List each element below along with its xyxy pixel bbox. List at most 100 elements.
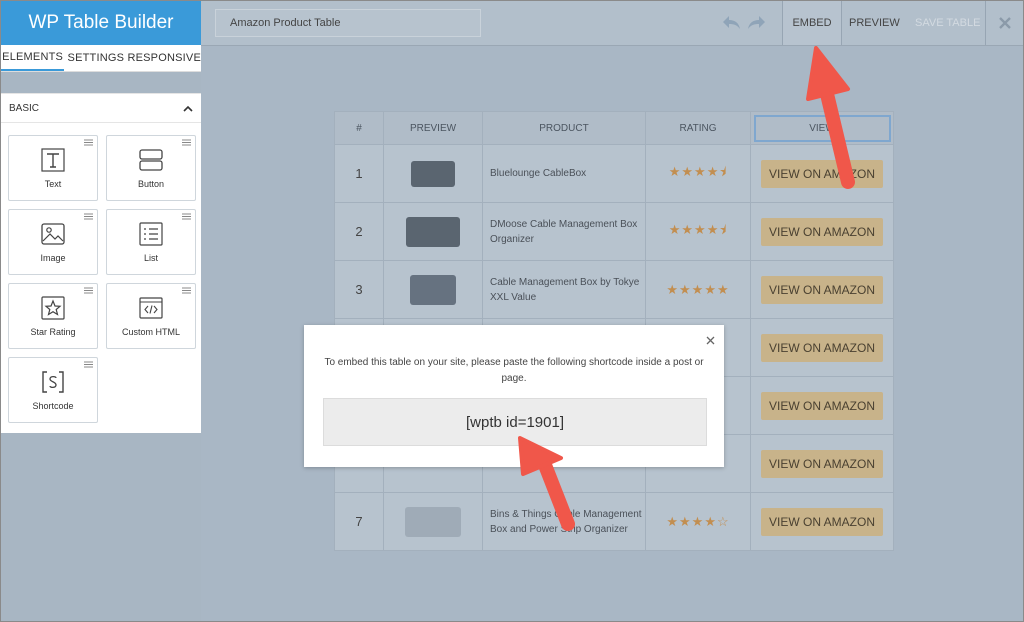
product-image — [383, 144, 483, 203]
embed-instructions: To embed this table on your site, please… — [324, 357, 704, 384]
star-rating: ★★★★⯨ — [668, 163, 728, 179]
shortcode-icon — [42, 371, 64, 393]
view-on-amazon-button[interactable]: VIEW ON AMAZON — [761, 507, 883, 536]
view-on-amazon-button[interactable]: VIEW ON AMAZON — [761, 217, 883, 246]
product-thumbnail — [410, 274, 456, 305]
view-cell: VIEW ON AMAZON — [750, 202, 894, 261]
embed-modal: To embed this table on your site, please… — [304, 325, 724, 467]
drag-handle-icon — [84, 361, 93, 368]
table-row: 7 Bins & Things Cable Management Box and… — [334, 492, 894, 551]
code-icon — [139, 297, 163, 319]
table-row: 3 Cable Management Box by Tokye XXL Valu… — [334, 260, 894, 319]
element-list[interactable]: List — [106, 209, 196, 275]
drag-handle-icon — [182, 139, 191, 146]
table-title-input[interactable]: Amazon Product Table — [215, 9, 481, 37]
close-editor-button[interactable] — [985, 1, 1023, 45]
product-image — [383, 202, 483, 261]
button-icon — [139, 149, 163, 171]
header-preview: PREVIEW — [383, 111, 483, 145]
header-product: PRODUCT — [482, 111, 646, 145]
close-icon — [706, 336, 715, 345]
tab-responsive[interactable]: RESPONSIVE — [127, 45, 201, 71]
product-name: Bins & Things Cable Management Box and P… — [482, 492, 646, 551]
list-icon — [139, 222, 163, 246]
header-num: # — [334, 111, 384, 145]
chevron-up-icon — [183, 105, 193, 112]
element-label: Text — [44, 179, 62, 189]
element-label: Shortcode — [32, 401, 74, 411]
row-number: 7 — [334, 492, 384, 551]
view-on-amazon-button[interactable]: VIEW ON AMAZON — [761, 391, 883, 420]
product-thumbnail — [406, 216, 460, 247]
product-thumbnail — [405, 506, 461, 537]
product-image — [383, 260, 483, 319]
sidebar-tabs: ELEMENTS SETTINGS RESPONSIVE — [1, 45, 201, 72]
tab-settings[interactable]: SETTINGS — [64, 45, 127, 71]
view-cell: VIEW ON AMAZON — [750, 144, 894, 203]
top-toolbar: Amazon Product Table EMBED PREVIEW SAVE … — [201, 1, 1023, 46]
image-icon — [41, 223, 65, 245]
drag-handle-icon — [84, 287, 93, 294]
element-label: List — [143, 253, 158, 263]
drag-handle-icon — [84, 139, 93, 146]
shortcode-field[interactable]: [wptb id=1901] — [323, 398, 707, 446]
row-number: 2 — [334, 202, 384, 261]
undo-icon[interactable] — [721, 13, 741, 31]
view-cell: VIEW ON AMAZON — [750, 260, 894, 319]
element-label: Custom HTML — [121, 327, 180, 337]
view-on-amazon-button[interactable]: VIEW ON AMAZON — [761, 333, 883, 362]
view-cell: VIEW ON AMAZON — [750, 376, 894, 435]
view-on-amazon-button[interactable]: VIEW ON AMAZON — [761, 275, 883, 304]
text-icon — [41, 148, 65, 172]
app-title: WP Table Builder — [1, 1, 201, 45]
star-rating: ★★★★☆ — [666, 513, 730, 529]
sidebar: WP Table Builder ELEMENTS SETTINGS RESPO… — [1, 1, 201, 621]
embed-button[interactable]: EMBED — [782, 1, 842, 45]
product-name: Bluelounge CableBox — [482, 144, 646, 203]
app-frame: WP Table Builder ELEMENTS SETTINGS RESPO… — [0, 0, 1024, 622]
rating-cell: ★★★★★ — [645, 260, 751, 319]
basic-section-header[interactable]: BASIC — [1, 93, 201, 123]
rating-cell: ★★★★⯨ — [645, 144, 751, 203]
rating-cell: ★★★★☆ — [645, 492, 751, 551]
tab-elements[interactable]: ELEMENTS — [1, 45, 65, 71]
redo-icon[interactable] — [747, 13, 767, 31]
header-view: VIEW — [750, 111, 894, 145]
element-custom-html[interactable]: Custom HTML — [106, 283, 196, 349]
table-row: 1 Bluelounge CableBox ★★★★⯨ VIEW ON AMAZ… — [334, 144, 894, 203]
basic-section-label: BASIC — [9, 102, 40, 114]
view-on-amazon-button[interactable]: VIEW ON AMAZON — [761, 449, 883, 478]
star-rating: ★★★★★ — [666, 281, 730, 297]
rating-cell: ★★★★⯨ — [645, 202, 751, 261]
element-image[interactable]: Image — [8, 209, 98, 275]
element-text[interactable]: Text — [8, 135, 98, 201]
element-shortcode[interactable]: Shortcode — [8, 357, 98, 423]
modal-close-button[interactable] — [706, 332, 715, 348]
view-cell: VIEW ON AMAZON — [750, 492, 894, 551]
drag-handle-icon — [84, 213, 93, 220]
elements-panel: BASIC Text Button Image List Star Rating… — [1, 93, 201, 433]
star-icon — [41, 296, 65, 320]
view-cell: VIEW ON AMAZON — [750, 434, 894, 493]
table-header-row: # PREVIEW PRODUCT RATING VIEW — [334, 111, 894, 145]
row-number: 1 — [334, 144, 384, 203]
save-table-button[interactable]: SAVE TABLE — [915, 1, 980, 45]
row-number: 3 — [334, 260, 384, 319]
product-image — [383, 492, 483, 551]
element-button[interactable]: Button — [106, 135, 196, 201]
element-star-rating[interactable]: Star Rating — [8, 283, 98, 349]
table-row: 2 DMoose Cable Management Box Organizer … — [334, 202, 894, 261]
close-icon — [999, 17, 1011, 29]
preview-button[interactable]: PREVIEW — [849, 1, 900, 45]
product-name: Cable Management Box by Tokye XXL Value — [482, 260, 646, 319]
element-label: Button — [137, 179, 165, 189]
element-label: Image — [40, 253, 66, 263]
view-on-amazon-button[interactable]: VIEW ON AMAZON — [761, 159, 883, 188]
drag-handle-icon — [182, 213, 191, 220]
element-label: Star Rating — [30, 327, 76, 337]
header-rating: RATING — [645, 111, 751, 145]
product-name: DMoose Cable Management Box Organizer — [482, 202, 646, 261]
product-thumbnail — [411, 160, 455, 187]
view-cell: VIEW ON AMAZON — [750, 318, 894, 377]
drag-handle-icon — [182, 287, 191, 294]
